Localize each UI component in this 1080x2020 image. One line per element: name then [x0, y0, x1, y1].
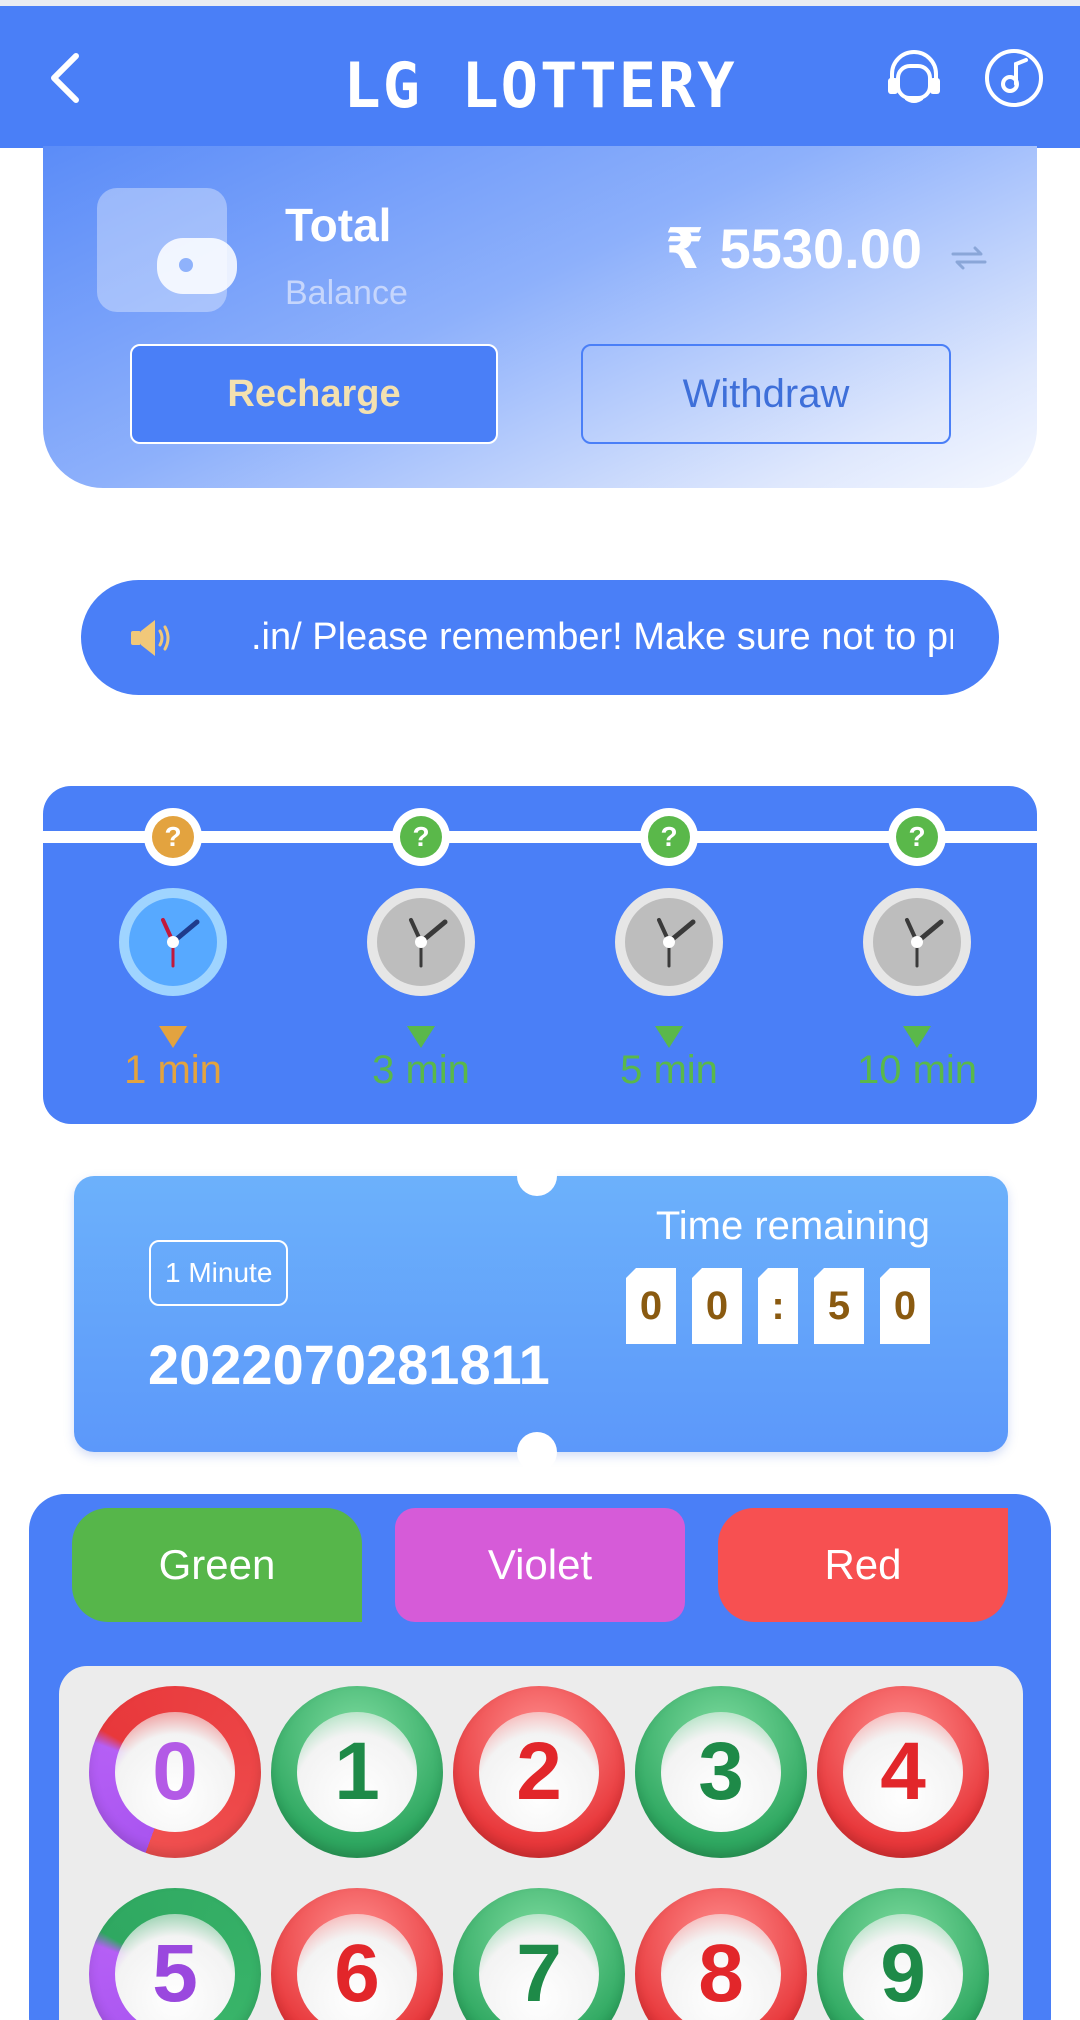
period-pointer [655, 1026, 683, 1048]
notice-bar[interactable]: .in/ Please remember! Make sure not to p… [81, 580, 999, 695]
wallet-icon [97, 188, 237, 312]
clock-icon [863, 888, 971, 996]
period-pointer [159, 1026, 187, 1048]
number-ball-label: 4 [880, 1726, 926, 1817]
number-ball-label: 8 [698, 1928, 744, 2019]
balance-label: Balance [285, 274, 408, 312]
music-icon[interactable] [982, 46, 1046, 110]
period-option[interactable]: ? 10 min [817, 786, 1017, 1124]
bet-red-button[interactable]: Red [718, 1508, 1008, 1622]
timer-card: 1 Minute 2022070281811 Time remaining 0 … [74, 1156, 1008, 1472]
app-header: LG LOTTERY [0, 6, 1080, 148]
refresh-icon[interactable] [945, 238, 993, 278]
number-ball-label: 6 [334, 1928, 380, 2019]
countdown-digit: 0 [880, 1268, 930, 1344]
number-ball[interactable]: 5 [89, 1888, 261, 2020]
clock-icon [615, 888, 723, 996]
clock-icon [119, 888, 227, 996]
number-ball-label: 3 [698, 1726, 744, 1817]
number-ball-label: 5 [152, 1928, 198, 2019]
speaker-icon [131, 620, 170, 656]
number-ball-label: 2 [516, 1726, 562, 1817]
help-icon[interactable]: ? [888, 808, 946, 866]
total-label: Total [285, 199, 392, 251]
help-icon[interactable]: ? [144, 808, 202, 866]
time-remaining-label: Time remaining [655, 1204, 930, 1248]
support-icon[interactable] [882, 46, 946, 110]
withdraw-button[interactable]: Withdraw [581, 344, 951, 444]
app-title: LG LOTTERY [343, 49, 737, 122]
number-ball[interactable]: 6 [271, 1888, 443, 2020]
period-label: 1 min [124, 1048, 222, 1092]
period-label: 10 min [856, 1048, 978, 1092]
number-ball[interactable]: 7 [453, 1888, 625, 2020]
period-option[interactable]: ? 3 min [321, 786, 521, 1124]
back-icon[interactable] [40, 46, 96, 110]
number-ball[interactable]: 0 [89, 1686, 261, 1858]
bet-violet-button[interactable]: Violet [395, 1508, 685, 1622]
countdown-colon: : [758, 1268, 798, 1344]
number-ball[interactable]: 1 [271, 1686, 443, 1858]
help-icon[interactable]: ? [640, 808, 698, 866]
period-pointer [903, 1026, 931, 1048]
period-pointer [407, 1026, 435, 1048]
period-option[interactable]: ? 1 min [73, 786, 273, 1124]
number-ball-label: 7 [516, 1928, 562, 2019]
period-number: 2022070281811 [148, 1333, 550, 1396]
help-icon[interactable]: ? [392, 808, 450, 866]
number-ball[interactable]: 9 [817, 1888, 989, 2020]
number-ball[interactable]: 4 [817, 1686, 989, 1858]
period-selector: ? 1 min? 3 min? 5 min? 10 min [43, 786, 1037, 1124]
wallet-card: Total Balance ₹ 5530.00 Recharge Withdra… [43, 146, 1037, 488]
bet-green-button[interactable]: Green [72, 1508, 362, 1622]
countdown-digit: 0 [626, 1268, 676, 1344]
clock-icon [367, 888, 475, 996]
number-ball[interactable]: 3 [635, 1686, 807, 1858]
recharge-button[interactable]: Recharge [130, 344, 498, 444]
notice-text: .in/ Please remember! Make sure not to p… [251, 616, 953, 658]
number-ball-label: 0 [152, 1726, 198, 1817]
period-label: 3 min [372, 1048, 470, 1092]
countdown: 0 0 : 5 0 [626, 1268, 930, 1344]
period-option[interactable]: ? 5 min [569, 786, 769, 1124]
countdown-digit: 5 [814, 1268, 864, 1344]
ticket-notch-top [517, 1156, 557, 1196]
bet-panel: Green Violet Red 0 1 2 3 4 5 6 7 8 9 [29, 1494, 1051, 2020]
period-label: 5 min [620, 1048, 718, 1092]
number-ball[interactable]: 8 [635, 1888, 807, 2020]
ticket-notch-bottom [517, 1432, 557, 1472]
number-ball-label: 1 [334, 1726, 380, 1817]
number-ball[interactable]: 2 [453, 1686, 625, 1858]
number-ball-label: 9 [880, 1928, 926, 2019]
countdown-digit: 0 [692, 1268, 742, 1344]
mode-tag[interactable]: 1 Minute [149, 1240, 289, 1306]
balance-amount: ₹ 5530.00 [665, 217, 922, 280]
number-board: 0 1 2 3 4 5 6 7 8 9 [59, 1666, 1023, 2020]
